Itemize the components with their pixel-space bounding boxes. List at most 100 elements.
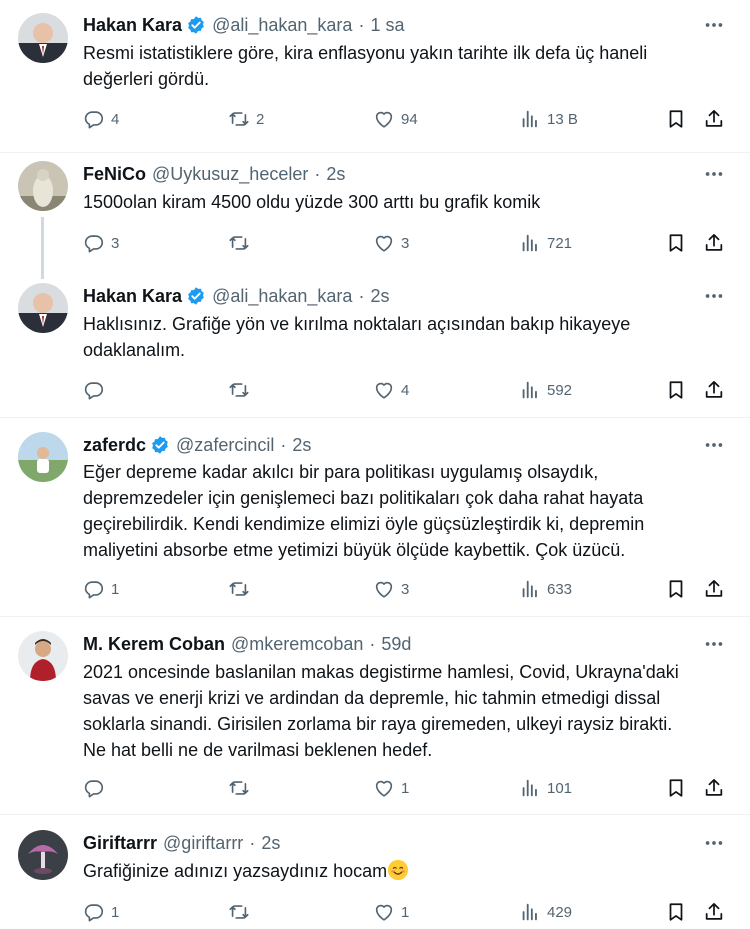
timestamp[interactable]: 2s bbox=[370, 286, 389, 307]
avatar[interactable] bbox=[18, 631, 68, 681]
bookmark-icon[interactable] bbox=[665, 577, 687, 601]
reply-button[interactable]: 3 bbox=[83, 231, 119, 255]
more-icon[interactable] bbox=[700, 284, 728, 308]
like-button[interactable]: 1 bbox=[373, 776, 409, 800]
tweet-text-line: odaklanalım. bbox=[83, 340, 186, 360]
thread-connector bbox=[41, 217, 44, 279]
action-bar: 3 3 721 bbox=[83, 231, 733, 255]
reply-icon bbox=[83, 232, 105, 254]
author-name[interactable]: Hakan Kara bbox=[83, 286, 182, 307]
reply-count: 3 bbox=[111, 234, 120, 252]
like-icon bbox=[373, 901, 395, 923]
more-icon[interactable] bbox=[700, 13, 728, 37]
timestamp[interactable]: 2s bbox=[326, 164, 345, 185]
share-icon[interactable] bbox=[703, 231, 725, 255]
reply-button[interactable]: 1 bbox=[83, 900, 119, 924]
retweet-button[interactable] bbox=[228, 231, 256, 255]
views-button[interactable]: 429 bbox=[519, 900, 572, 924]
tweet-text-line: soklarla sinandi. Girisilen zorlama bir … bbox=[83, 714, 673, 734]
views-button[interactable]: 13 B bbox=[519, 107, 578, 131]
tweet[interactable]: M. Kerem Coban @mkeremcoban · 59d 2021 o… bbox=[0, 617, 750, 814]
share-icon[interactable] bbox=[703, 577, 725, 601]
author-name[interactable]: FeNiCo bbox=[83, 164, 146, 185]
author-handle[interactable]: @Uykusuz_heceler bbox=[152, 164, 308, 185]
avatar[interactable] bbox=[18, 13, 68, 63]
tweet-text: Resmi istatistiklere göre, kira enflasyo… bbox=[83, 40, 728, 92]
tweet[interactable]: Giriftarrr @giriftarrr · 2s Grafiğinize … bbox=[0, 815, 750, 929]
share-icon[interactable] bbox=[703, 776, 725, 800]
tweet-text: Grafiğinize adınızı yazsaydınız hocam bbox=[83, 858, 728, 884]
more-icon[interactable] bbox=[700, 831, 728, 855]
tweet[interactable]: FeNiCo @Uykusuz_heceler · 2s 1500olan ki… bbox=[0, 153, 750, 279]
tweet[interactable]: Hakan Kara @ali_hakan_kara · 2s Haklısın… bbox=[0, 272, 750, 417]
views-button[interactable]: 101 bbox=[519, 776, 572, 800]
more-icon[interactable] bbox=[700, 632, 728, 656]
bookmark-icon[interactable] bbox=[665, 378, 687, 402]
retweet-icon bbox=[228, 108, 250, 130]
author-handle[interactable]: @mkeremcoban bbox=[231, 634, 363, 655]
like-button[interactable]: 3 bbox=[373, 231, 409, 255]
verified-badge-icon bbox=[150, 435, 170, 455]
retweet-icon bbox=[228, 578, 250, 600]
views-icon bbox=[519, 379, 541, 401]
like-button[interactable]: 4 bbox=[373, 378, 409, 402]
like-count: 1 bbox=[401, 779, 410, 797]
views-icon bbox=[519, 777, 541, 799]
retweet-button[interactable] bbox=[228, 900, 256, 924]
author-handle[interactable]: @ali_hakan_kara bbox=[212, 15, 352, 36]
reply-button[interactable] bbox=[83, 776, 111, 800]
like-button[interactable]: 94 bbox=[373, 107, 418, 131]
avatar[interactable] bbox=[18, 830, 68, 880]
retweet-icon bbox=[228, 777, 250, 799]
tweet[interactable]: zaferdc @zafercincil · 2s Eğer depreme k… bbox=[0, 418, 750, 616]
author-name[interactable]: Hakan Kara bbox=[83, 15, 182, 36]
tweet[interactable]: Hakan Kara @ali_hakan_kara · 1 sa Resmi … bbox=[0, 0, 750, 152]
share-icon[interactable] bbox=[703, 107, 725, 131]
separator-dot: · bbox=[358, 285, 365, 306]
like-count: 94 bbox=[401, 110, 418, 128]
views-button[interactable]: 633 bbox=[519, 577, 572, 601]
views-count: 633 bbox=[547, 580, 573, 598]
like-icon bbox=[373, 232, 395, 254]
author-handle[interactable]: @zafercincil bbox=[176, 435, 274, 456]
author-name[interactable]: zaferdc bbox=[83, 435, 146, 456]
author-handle[interactable]: @giriftarrr bbox=[163, 833, 243, 854]
bookmark-icon[interactable] bbox=[665, 107, 687, 131]
avatar[interactable] bbox=[18, 161, 68, 211]
views-button[interactable]: 721 bbox=[519, 231, 572, 255]
reply-button[interactable]: 1 bbox=[83, 577, 119, 601]
views-count: 721 bbox=[547, 234, 573, 252]
reply-count: 1 bbox=[111, 903, 120, 921]
retweet-button[interactable]: 2 bbox=[228, 107, 264, 131]
author-name[interactable]: Giriftarrr bbox=[83, 833, 157, 854]
author-name[interactable]: M. Kerem Coban bbox=[83, 634, 225, 655]
timestamp[interactable]: 59d bbox=[381, 634, 411, 655]
views-count: 13 B bbox=[547, 110, 578, 128]
bookmark-icon[interactable] bbox=[665, 231, 687, 255]
avatar[interactable] bbox=[18, 432, 68, 482]
author-handle[interactable]: @ali_hakan_kara bbox=[212, 286, 352, 307]
more-icon[interactable] bbox=[700, 162, 728, 186]
share-icon[interactable] bbox=[703, 378, 725, 402]
bookmark-icon[interactable] bbox=[665, 776, 687, 800]
bookmark-icon[interactable] bbox=[665, 900, 687, 924]
retweet-button[interactable] bbox=[228, 577, 256, 601]
like-icon bbox=[373, 777, 395, 799]
retweet-button[interactable] bbox=[228, 378, 256, 402]
like-button[interactable]: 3 bbox=[373, 577, 409, 601]
timestamp[interactable]: 2s bbox=[261, 833, 280, 854]
timestamp[interactable]: 2s bbox=[292, 435, 311, 456]
tweet-text-line: 1500olan kiram 4500 oldu yüzde 300 arttı… bbox=[83, 192, 541, 212]
retweet-button[interactable] bbox=[228, 776, 256, 800]
tweet-text-line: 2021 oncesinde baslanilan makas degistir… bbox=[83, 662, 679, 682]
more-icon[interactable] bbox=[700, 433, 728, 457]
views-button[interactable]: 592 bbox=[519, 378, 572, 402]
action-bar: 1 1 429 bbox=[83, 900, 733, 924]
reply-button[interactable] bbox=[83, 378, 111, 402]
avatar[interactable] bbox=[18, 283, 68, 333]
reply-button[interactable]: 4 bbox=[83, 107, 119, 131]
action-bar: 4 2 94 13 B bbox=[83, 107, 733, 131]
share-icon[interactable] bbox=[703, 900, 725, 924]
timestamp[interactable]: 1 sa bbox=[370, 15, 404, 36]
like-button[interactable]: 1 bbox=[373, 900, 409, 924]
